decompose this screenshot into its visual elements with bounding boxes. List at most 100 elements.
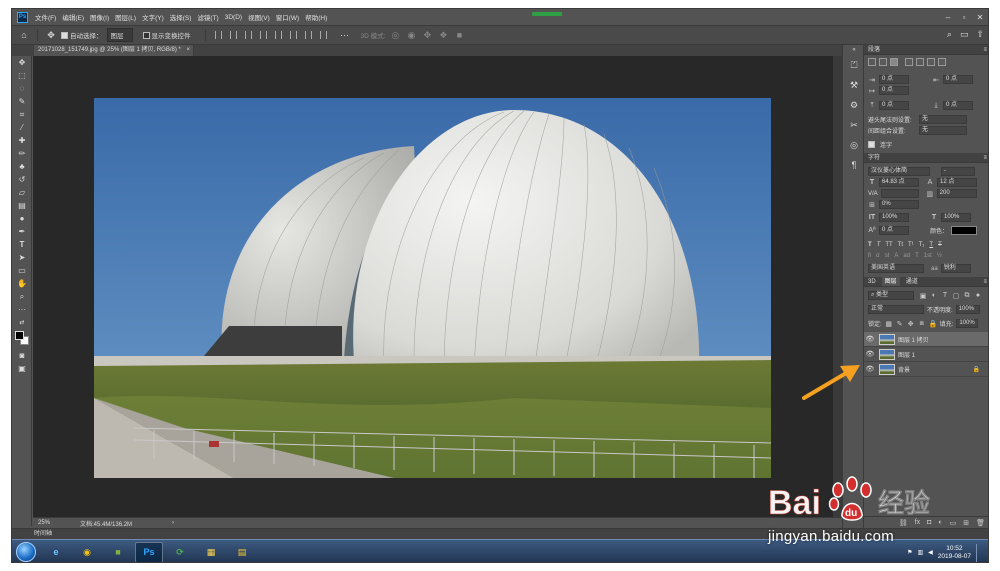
layer-name[interactable]: 背景 <box>898 365 910 374</box>
lock-transparent-icon[interactable]: ▦ <box>885 320 893 328</box>
visibility-eye-icon[interactable]: 👁 <box>864 335 876 343</box>
visibility-eye-icon[interactable]: 👁 <box>864 350 876 358</box>
swash-button[interactable]: A <box>894 253 898 259</box>
marquee-tool-icon[interactable]: ⬚ <box>12 69 32 82</box>
collapse-panels-icon[interactable]: « <box>843 45 865 55</box>
swap-colors-icon[interactable]: ⇄ <box>12 316 32 329</box>
show-desktop-button[interactable] <box>976 543 982 562</box>
justify-last-left-icon[interactable] <box>905 58 913 66</box>
document-image[interactable] <box>94 98 771 478</box>
align-center-icon[interactable] <box>229 31 237 39</box>
type-tool-icon[interactable]: T <box>12 238 32 251</box>
blend-mode-dropdown[interactable]: 正常 <box>868 305 924 314</box>
crop-tool-icon[interactable]: ⌗ <box>12 108 32 121</box>
language-dropdown[interactable]: 美国英语 <box>868 264 924 273</box>
restore-icon[interactable]: ▫ <box>956 9 972 25</box>
minecraft-icon[interactable]: ■ <box>104 542 132 563</box>
lock-position-icon[interactable]: ✥ <box>907 320 915 328</box>
gradient-tool-icon[interactable]: ▤ <box>12 199 32 212</box>
control-panel-icon[interactable]: ▦ <box>197 542 225 563</box>
align-center-text-icon[interactable] <box>879 58 887 66</box>
new-layer-icon[interactable]: ⊞ <box>963 519 969 527</box>
menu-filter[interactable]: 滤镜(T) <box>194 12 221 22</box>
quick-select-tool-icon[interactable]: ✎ <box>12 95 32 108</box>
foreground-color-swatch[interactable] <box>15 331 24 340</box>
auto-select-target-dropdown[interactable]: 图层 <box>106 28 133 42</box>
small-caps-button[interactable]: Tt <box>898 242 903 248</box>
more-tools-icon[interactable]: ··· <box>12 303 32 316</box>
first-line-indent-input[interactable]: 0 点 <box>879 86 909 95</box>
menu-help[interactable]: 帮助(H) <box>302 12 330 22</box>
tab-3d[interactable]: 3D <box>868 277 876 286</box>
align-left-text-icon[interactable] <box>868 58 876 66</box>
hand-tool-icon[interactable]: ✋ <box>12 277 32 290</box>
layer-filter-dropdown[interactable]: ⌕ 类型 <box>868 291 914 300</box>
faux-bold-button[interactable]: T <box>868 242 872 248</box>
font-style-dropdown[interactable]: - <box>941 167 975 176</box>
filter-shape-icon[interactable]: ▢ <box>952 292 960 300</box>
align-right-icon[interactable] <box>244 31 252 39</box>
menu-select[interactable]: 选择(S) <box>167 12 195 22</box>
superscript-button[interactable]: T¹ <box>908 242 914 248</box>
styles-icon[interactable]: ◎ <box>843 135 865 155</box>
tool-presets-icon[interactable]: ✂ <box>843 115 865 135</box>
space-before-input[interactable]: 0 点 <box>879 101 909 110</box>
pen-tool-icon[interactable]: ✒ <box>12 225 32 238</box>
ordinals-button[interactable]: 1st <box>924 253 932 259</box>
alternate-button[interactable]: σ <box>876 253 880 259</box>
hyphenate-checkbox[interactable] <box>868 141 875 148</box>
tab-layers[interactable]: 图层 <box>881 277 900 286</box>
menu-layer[interactable]: 图层(L) <box>112 12 139 22</box>
properties-icon[interactable]: ⚒ <box>843 75 865 95</box>
quick-mask-icon[interactable]: ◙ <box>12 349 32 362</box>
3d-scale-icon[interactable]: ■ <box>453 30 465 40</box>
3d-pan-icon[interactable]: ✥ <box>421 30 433 41</box>
screen-mode-icon[interactable]: ▣ <box>12 362 32 375</box>
3d-roll-icon[interactable]: ◉ <box>405 30 417 41</box>
ligature-button[interactable]: fi <box>868 253 871 259</box>
new-group-icon[interactable]: ▭ <box>950 519 957 527</box>
panel-menu-icon[interactable]: ≡ <box>983 277 987 287</box>
workspace-icon[interactable]: ▭ <box>960 29 969 40</box>
tab-close-icon[interactable]: × <box>187 47 191 53</box>
mojikumi-dropdown[interactable]: 无 <box>919 126 967 135</box>
vertical-scale-input[interactable]: 100% <box>879 213 909 222</box>
tracking-input[interactable]: 200 <box>936 189 977 198</box>
baseline-shift-input[interactable]: 0 点 <box>879 226 909 235</box>
align-left-icon[interactable] <box>214 31 222 39</box>
lasso-tool-icon[interactable]: ◌ <box>12 82 32 95</box>
document-info[interactable]: 文档:45.4M/136.2M <box>80 519 132 528</box>
distribute-vertical-icon[interactable] <box>319 31 327 39</box>
faux-italic-button[interactable]: T <box>877 242 881 248</box>
distribute-icon[interactable] <box>259 31 267 39</box>
3d-slide-icon[interactable]: ❖ <box>437 30 449 41</box>
eraser-tool-icon[interactable]: ▱ <box>12 186 32 199</box>
paragraph-panel-header[interactable]: 段落 ≡ <box>864 45 988 55</box>
home-icon[interactable]: ⌂ <box>18 30 30 40</box>
canvas-area[interactable] <box>33 56 833 517</box>
tsume-input[interactable]: 0% <box>879 200 919 209</box>
indent-left-input[interactable]: 0 点 <box>879 75 909 84</box>
more-options-icon[interactable]: ··· <box>339 30 351 40</box>
layer-row[interactable]: 👁 图层 1 拷贝 <box>864 332 988 347</box>
filter-pixel-icon[interactable]: ▣ <box>919 292 927 300</box>
menu-window[interactable]: 窗口(W) <box>273 12 302 22</box>
menu-view[interactable]: 视图(V) <box>245 12 273 22</box>
zoom-tool-icon[interactable]: ⌕ <box>12 290 32 303</box>
path-select-tool-icon[interactable]: ➤ <box>12 251 32 264</box>
filter-adjustment-icon[interactable]: ◐ <box>930 292 938 299</box>
underline-button[interactable]: T <box>929 242 933 248</box>
filter-type-icon[interactable]: T <box>941 292 949 299</box>
character-panel-header[interactable]: 字符 ≡ <box>864 153 988 163</box>
lock-all-icon[interactable]: 🔒 <box>929 320 938 328</box>
delete-layer-icon[interactable]: 🗑 <box>976 519 985 527</box>
align-bottom-icon[interactable] <box>304 31 312 39</box>
menu-file[interactable]: 文件(F) <box>32 12 59 22</box>
chrome-browser-icon[interactable]: ◉ <box>73 542 101 563</box>
filter-smart-object-icon[interactable]: ⧉ <box>963 292 971 300</box>
shape-tool-icon[interactable]: ▭ <box>12 264 32 277</box>
tab-channels[interactable]: 通道 <box>906 277 918 286</box>
document-tab[interactable]: 20171028_151749.jpg @ 25% (图层 1 拷贝, RGB/… <box>34 45 194 56</box>
layer-row[interactable]: 👁 背景 🔒 <box>864 362 988 377</box>
lock-pixels-icon[interactable]: ✎ <box>896 320 904 328</box>
